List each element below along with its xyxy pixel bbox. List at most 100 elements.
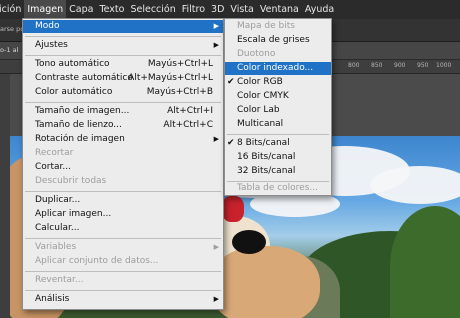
ruler-tick: 800 xyxy=(348,62,360,69)
menu-item-label: Ajustes xyxy=(35,40,68,50)
menu-item-label: Reventar... xyxy=(35,275,84,285)
menu-item-label: Duotono xyxy=(237,49,276,59)
menu-separator xyxy=(25,36,221,37)
submenu-item-16-bits[interactable]: 16 Bits/canal xyxy=(225,151,331,164)
menu-item-tono-automatico[interactable]: Tono automático Mayús+Ctrl+L xyxy=(23,58,223,71)
menu-separator xyxy=(227,134,329,135)
submenu-item-color-rgb[interactable]: ✔ Color RGB xyxy=(225,76,331,89)
menu-item-calcular[interactable]: Calcular... xyxy=(23,222,223,235)
menu-item-shortcut: Alt+Ctrl+I xyxy=(167,106,213,116)
ruler-tick: 950 xyxy=(417,62,429,69)
menu-item-color-automatico[interactable]: Color automático Mayús+Ctrl+B xyxy=(23,86,223,99)
menu-item-recortar[interactable]: Recortar xyxy=(23,147,223,160)
submenu-arrow-icon: ▶ xyxy=(213,295,219,303)
menu-item-label: Color indexado... xyxy=(237,63,314,73)
menu-item-label: Tamaño de imagen... xyxy=(35,106,130,116)
menu-item-aplicar-imagen[interactable]: Aplicar imagen... xyxy=(23,208,223,221)
checkmark-icon: ✔ xyxy=(227,77,235,87)
menu-filtro[interactable]: Filtro xyxy=(179,0,208,19)
submenu-item-escala-de-grises[interactable]: Escala de grises xyxy=(225,34,331,47)
menu-item-label: Calcular... xyxy=(35,223,80,233)
menu-item-reventar[interactable]: Reventar... xyxy=(23,274,223,287)
vertical-ruler xyxy=(0,74,10,318)
menu-item-label: 32 Bits/canal xyxy=(237,166,296,176)
menu-separator xyxy=(25,102,221,103)
submenu-arrow-icon: ▶ xyxy=(213,243,219,251)
menu-separator xyxy=(25,55,221,56)
submenu-item-color-indexado[interactable]: Color indexado... xyxy=(225,62,331,75)
menu-ayuda[interactable]: Ayuda xyxy=(302,0,337,19)
menu-imagen[interactable]: Imagen xyxy=(24,0,67,19)
submenu-item-color-lab[interactable]: Color Lab xyxy=(225,104,331,117)
menu-item-shortcut: Alt+Mayús+Ctrl+L xyxy=(128,73,213,83)
menu-3d[interactable]: 3D xyxy=(208,0,227,19)
menu-item-shortcut: Mayús+Ctrl+L xyxy=(147,59,213,69)
menu-separator xyxy=(25,191,221,192)
menu-capa[interactable]: Capa xyxy=(66,0,96,19)
submenu-arrow-icon: ▶ xyxy=(213,135,219,143)
menu-item-tamano-imagen[interactable]: Tamaño de imagen... Alt+Ctrl+I xyxy=(23,105,223,118)
ruler-tick: 900 xyxy=(394,62,406,69)
submenu-item-mapa-de-bits[interactable]: Mapa de bits xyxy=(225,20,331,33)
menu-item-label: Análisis xyxy=(35,294,70,304)
submenu-item-color-cmyk[interactable]: Color CMYK xyxy=(225,90,331,103)
menu-seleccion[interactable]: Selección xyxy=(127,0,178,19)
menu-item-descubrir-todas[interactable]: Descubrir todas xyxy=(23,175,223,188)
menu-item-label: Variables xyxy=(35,242,77,252)
submenu-item-8-bits[interactable]: ✔ 8 Bits/canal xyxy=(225,137,331,150)
menu-item-ajustes[interactable]: Ajustes ▶ xyxy=(23,39,223,52)
ruler-tick: 1000 xyxy=(436,62,452,69)
menu-item-variables[interactable]: Variables ▶ xyxy=(23,241,223,254)
menu-item-label: Color RGB xyxy=(237,77,283,87)
mode-submenu: Mapa de bits Escala de grises Duotono Co… xyxy=(224,18,332,196)
menu-item-label: Aplicar conjunto de datos... xyxy=(35,256,159,266)
menu-texto[interactable]: Texto xyxy=(96,0,127,19)
menu-item-rotacion-imagen[interactable]: Rotación de imagen ▶ xyxy=(23,133,223,146)
dog-tongue xyxy=(222,196,244,222)
cloud xyxy=(370,166,460,204)
menu-item-label: Rotación de imagen xyxy=(35,134,125,144)
menu-item-modo[interactable]: Modo ▶ xyxy=(23,20,223,33)
submenu-item-32-bits[interactable]: 32 Bits/canal xyxy=(225,165,331,178)
menu-item-label: 16 Bits/canal xyxy=(237,152,296,162)
menu-item-label: Escala de grises xyxy=(237,35,310,45)
menu-item-shortcut: Mayús+Ctrl+B xyxy=(146,87,213,97)
dog-fur xyxy=(210,246,320,318)
tree xyxy=(390,206,460,318)
image-menu: Modo ▶ Ajustes ▶ Tono automático Mayús+C… xyxy=(22,18,224,310)
menu-item-label: Duplicar... xyxy=(35,195,81,205)
document-tab-label: o-1 al xyxy=(0,46,19,54)
menu-edicion[interactable]: ición xyxy=(0,0,24,19)
menu-item-label: Multicanal xyxy=(237,119,284,129)
menu-item-label: Color CMYK xyxy=(237,91,289,101)
menu-item-label: 8 Bits/canal xyxy=(237,138,290,148)
menu-item-label: Color automático xyxy=(35,87,113,97)
menu-item-label: Aplicar imagen... xyxy=(35,209,112,219)
menu-separator xyxy=(25,238,221,239)
menu-item-aplicar-conjunto-datos[interactable]: Aplicar conjunto de datos... xyxy=(23,255,223,268)
menu-item-label: Tamaño de lienzo... xyxy=(35,120,122,130)
menu-ventana[interactable]: Ventana xyxy=(257,0,302,19)
submenu-item-duotono[interactable]: Duotono xyxy=(225,48,331,61)
menu-item-shortcut: Alt+Ctrl+C xyxy=(163,120,213,130)
menu-item-label: Mapa de bits xyxy=(237,21,295,31)
menu-item-label: Descubrir todas xyxy=(35,176,107,186)
menu-separator xyxy=(25,271,221,272)
menu-bar: ición Imagen Capa Texto Selección Filtro… xyxy=(0,0,460,19)
submenu-item-tabla-de-colores[interactable]: Tabla de colores... xyxy=(225,182,331,195)
submenu-item-multicanal[interactable]: Multicanal xyxy=(225,118,331,131)
menu-item-label: Color Lab xyxy=(237,105,280,115)
menu-vista[interactable]: Vista xyxy=(227,0,256,19)
menu-item-analisis[interactable]: Análisis ▶ xyxy=(23,293,223,306)
menu-item-label: Tabla de colores... xyxy=(237,183,318,193)
menu-item-contraste-automatico[interactable]: Contraste automático Alt+Mayús+Ctrl+L xyxy=(23,72,223,85)
menu-item-cortar[interactable]: Cortar... xyxy=(23,161,223,174)
menu-item-label: Modo xyxy=(35,21,60,31)
menu-item-duplicar[interactable]: Duplicar... xyxy=(23,194,223,207)
ruler-tick: 850 xyxy=(371,62,383,69)
menu-item-label: Contraste automático xyxy=(35,73,133,83)
menu-separator xyxy=(25,290,221,291)
submenu-arrow-icon: ▶ xyxy=(213,22,219,30)
menu-item-label: Recortar xyxy=(35,148,74,158)
menu-item-tamano-lienzo[interactable]: Tamaño de lienzo... Alt+Ctrl+C xyxy=(23,119,223,132)
